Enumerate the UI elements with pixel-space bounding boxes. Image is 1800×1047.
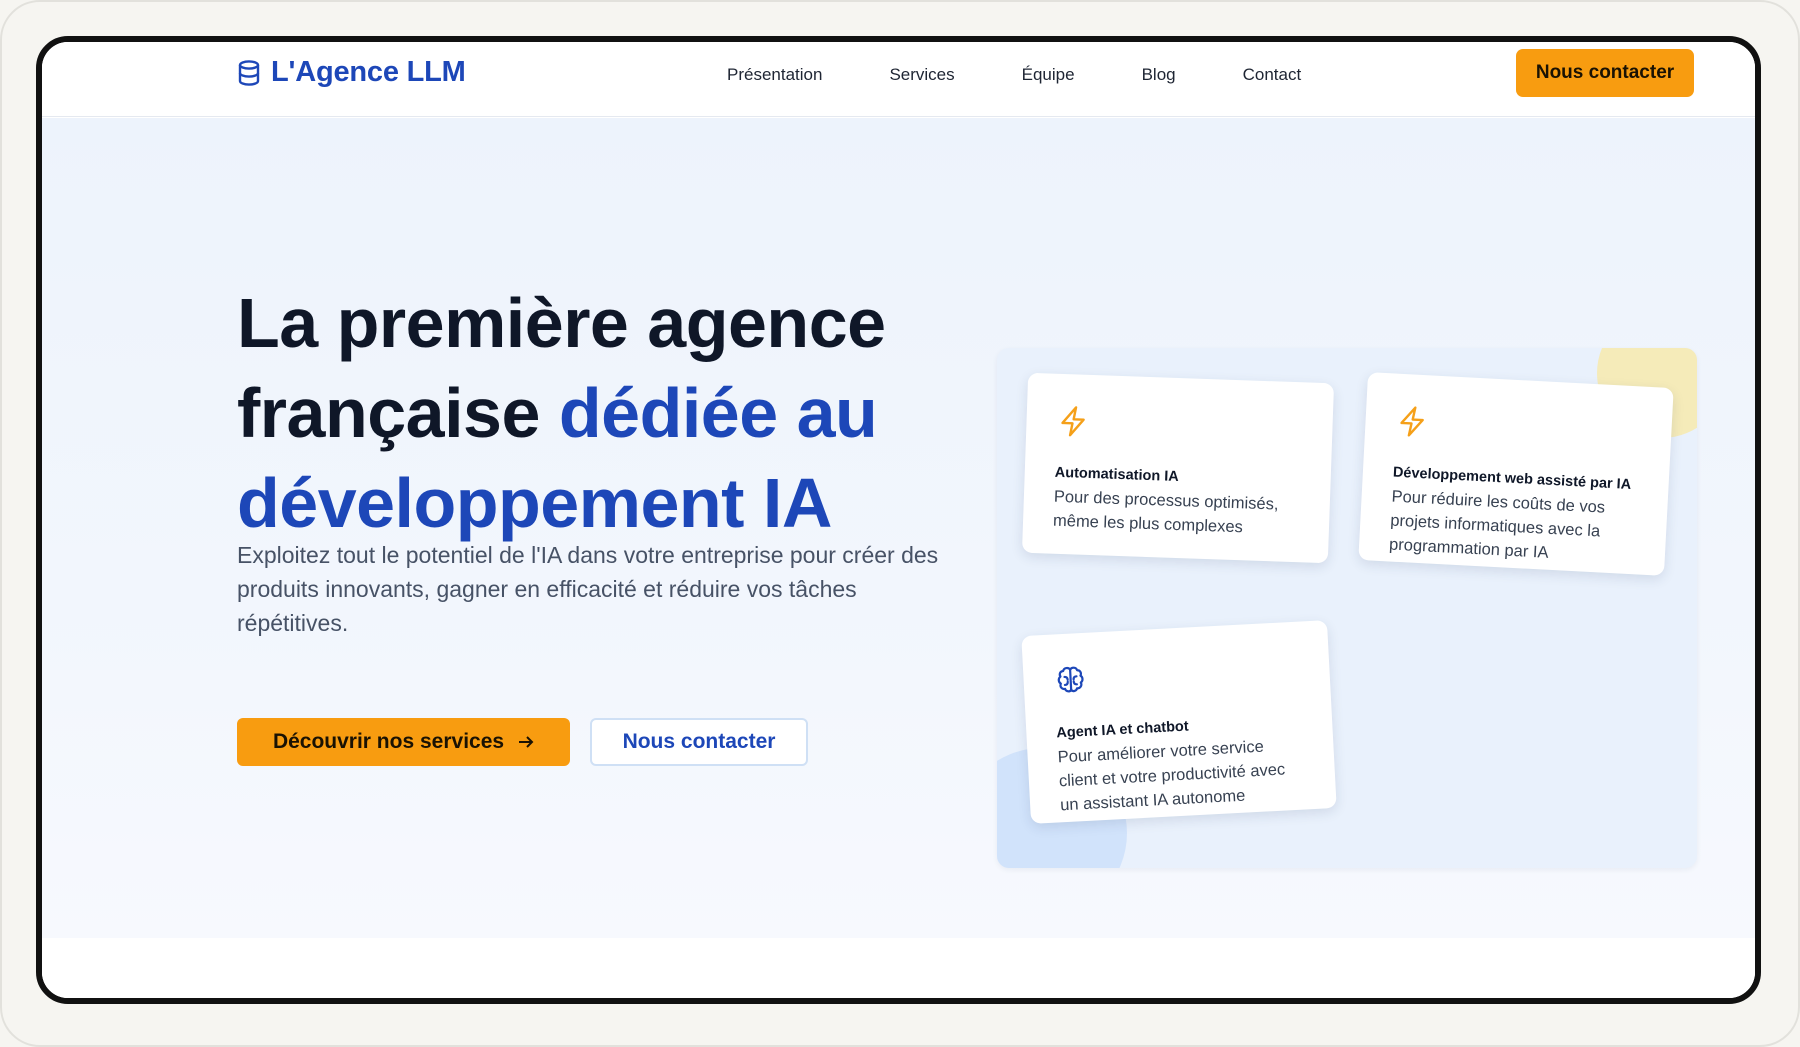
service-card-description: Pour améliorer votre service client et v… — [1057, 737, 1286, 815]
brain-icon — [1057, 666, 1084, 693]
main-nav: Présentation Services Équipe Blog Contac… — [727, 65, 1368, 85]
lightning-icon — [1061, 406, 1085, 437]
hero-subtitle: Exploitez tout le potentiel de l'IA dans… — [237, 542, 939, 636]
brand-name: L'Agence LLM — [271, 56, 466, 88]
service-card-agent-chatbot[interactable]: Agent IA et chatbot Pour améliorer votre… — [1021, 620, 1337, 824]
service-card-automation[interactable]: Automatisation IA Pour des processus opt… — [1021, 372, 1335, 564]
service-card-description: Pour réduire les coûts de vos projets in… — [1388, 487, 1606, 562]
nav-item-services[interactable]: Services — [889, 65, 954, 85]
hero-title-accent-1: dédiée au — [558, 374, 878, 452]
hero-title-accent-2: développement IA — [237, 464, 832, 542]
top-navbar: L'Agence LLM Présentation Services Équip… — [42, 42, 1755, 117]
hero-section: La première agence française dédiée au d… — [42, 118, 1755, 938]
page: L'Agence LLM Présentation Services Équip… — [42, 42, 1755, 998]
hero-contact-button[interactable]: Nous contacter — [590, 718, 808, 766]
service-card-description: Pour des processus optimisés, même les p… — [1052, 487, 1279, 537]
discover-services-button[interactable]: Découvrir nos services — [237, 718, 570, 766]
service-card-web-dev[interactable]: Développement web assisté par IA Pour ré… — [1358, 372, 1674, 576]
discover-services-label: Découvrir nos services — [272, 730, 505, 753]
lightning-icon — [1400, 406, 1424, 437]
database-icon — [238, 59, 260, 86]
hero-title: La première agence française dédiée au d… — [237, 278, 957, 548]
page-below-hero — [42, 938, 1755, 998]
hero-title-line-1: La première agence — [237, 284, 886, 362]
nav-item-contact[interactable]: Contact — [1243, 65, 1302, 85]
nav-item-equipe[interactable]: Équipe — [1022, 65, 1075, 85]
arrow-right-icon — [519, 736, 534, 748]
brand-logo-link[interactable]: L'Agence LLM — [237, 56, 466, 89]
browser-window: L'Agence LLM Présentation Services Équip… — [36, 36, 1761, 1004]
services-cards-panel: Automatisation IA Pour des processus opt… — [997, 348, 1697, 868]
nav-item-presentation[interactable]: Présentation — [727, 65, 822, 85]
hero-title-line-2: française — [237, 374, 559, 452]
contact-us-button[interactable]: Nous contacter — [1516, 49, 1694, 97]
nav-item-blog[interactable]: Blog — [1142, 65, 1176, 85]
